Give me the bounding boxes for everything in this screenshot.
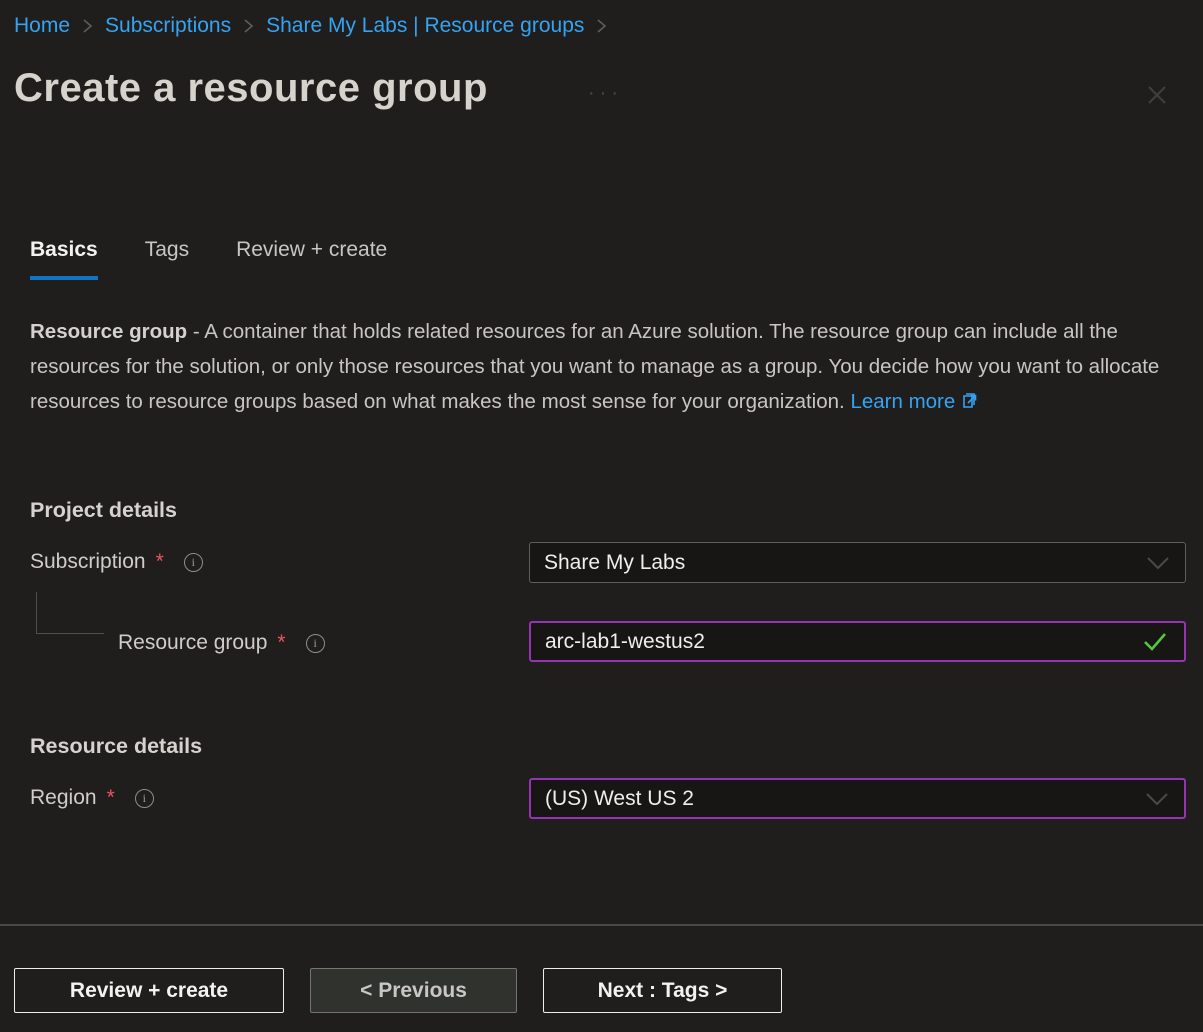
breadcrumb-home[interactable]: Home [14, 14, 70, 38]
region-dropdown[interactable]: (US) West US 2 [529, 778, 1186, 819]
wizard-tabs: Basics Tags Review + create [30, 238, 387, 280]
info-icon[interactable]: i [184, 553, 203, 572]
resource-details-heading: Resource details [30, 734, 202, 759]
breadcrumb-share-my-labs-resource-groups[interactable]: Share My Labs | Resource groups [266, 14, 584, 38]
subscription-dropdown[interactable]: Share My Labs [529, 542, 1186, 583]
region-label: Region * i [30, 786, 154, 810]
previous-button[interactable]: < Previous [310, 968, 517, 1013]
region-label-text: Region [30, 786, 97, 810]
tab-tags[interactable]: Tags [145, 238, 189, 280]
review-create-button[interactable]: Review + create [14, 968, 284, 1013]
hierarchy-connector-line [36, 592, 104, 634]
chevron-down-icon [1144, 791, 1170, 807]
region-value: (US) West US 2 [545, 787, 1134, 811]
required-asterisk: * [156, 550, 164, 574]
create-resource-group-page: Home Subscriptions Share My Labs | Resou… [0, 0, 1203, 1032]
description-body: - A container that holds related resourc… [30, 320, 1159, 413]
chevron-right-icon [596, 17, 607, 35]
close-icon[interactable] [1141, 80, 1173, 112]
valid-check-icon [1140, 630, 1170, 654]
description-lead: Resource group [30, 320, 187, 343]
subscription-value: Share My Labs [544, 551, 1135, 575]
subscription-label-text: Subscription [30, 550, 146, 574]
external-link-icon [961, 386, 980, 421]
info-icon[interactable]: i [135, 789, 154, 808]
required-asterisk: * [107, 786, 115, 810]
required-asterisk: * [277, 631, 285, 655]
project-details-heading: Project details [30, 498, 177, 523]
tab-basics[interactable]: Basics [30, 238, 98, 280]
resource-group-label-text: Resource group [118, 631, 267, 655]
page-title: Create a resource group [14, 66, 488, 111]
footer-divider [0, 924, 1203, 926]
next-tags-button[interactable]: Next : Tags > [543, 968, 782, 1013]
chevron-right-icon [82, 17, 93, 35]
learn-more-link[interactable]: Learn more [850, 390, 955, 413]
breadcrumb: Home Subscriptions Share My Labs | Resou… [14, 14, 609, 38]
resource-group-description: Resource group - A container that holds … [30, 314, 1186, 421]
tab-review-create[interactable]: Review + create [236, 238, 387, 280]
resource-group-input[interactable] [545, 630, 1130, 654]
breadcrumb-subscriptions[interactable]: Subscriptions [105, 14, 231, 38]
context-menu-ellipsis-button[interactable]: ··· [588, 82, 623, 105]
info-icon[interactable]: i [306, 634, 325, 653]
chevron-down-icon [1145, 555, 1171, 571]
resource-group-label: Resource group * i [118, 631, 325, 655]
resource-group-input-wrapper [529, 621, 1186, 662]
subscription-label: Subscription * i [30, 550, 203, 574]
chevron-right-icon [243, 17, 254, 35]
